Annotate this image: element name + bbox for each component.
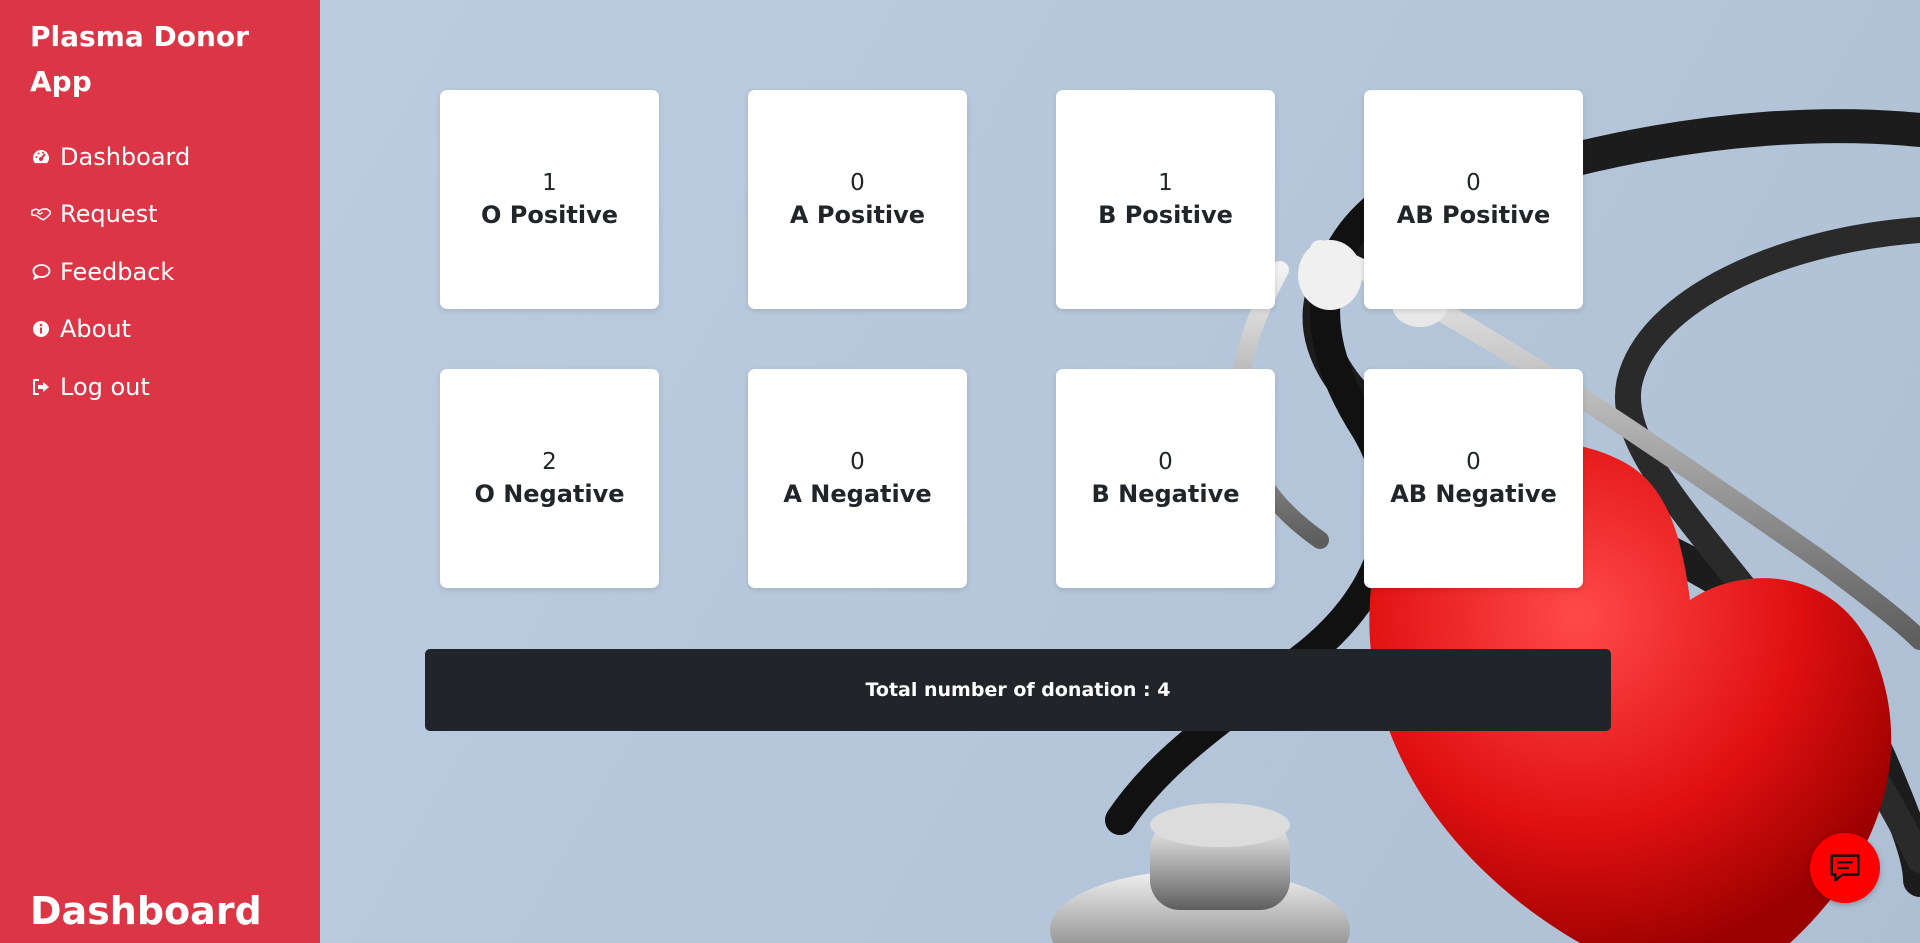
sidebar-item-about[interactable]: About <box>30 301 190 359</box>
brand-title: Plasma Donor App <box>30 20 249 98</box>
sidebar-item-request[interactable]: Request <box>30 186 190 244</box>
card-label: A Negative <box>783 479 932 508</box>
sidebar-nav: Dashboard Request Feedback About Log out <box>30 128 190 416</box>
sidebar-item-log-out[interactable]: Log out <box>30 358 190 416</box>
tachometer-icon <box>30 146 52 168</box>
card-a-positive: 0 A Positive <box>748 90 967 309</box>
card-label: O Positive <box>481 200 618 229</box>
card-count: 0 <box>1466 448 1481 475</box>
sidebar-item-dashboard[interactable]: Dashboard <box>30 128 190 186</box>
sidebar-item-label: Request <box>60 200 158 229</box>
sidebar-item-label: Feedback <box>60 257 175 286</box>
card-b-positive: 1 B Positive <box>1056 90 1275 309</box>
card-label: B Negative <box>1091 479 1240 508</box>
info-icon <box>30 318 52 340</box>
card-count: 0 <box>1158 448 1173 475</box>
chat-button[interactable] <box>1810 833 1880 903</box>
sidebar-item-label: Dashboard <box>60 142 191 171</box>
total-donations-banner: Total number of donation : 4 <box>425 649 1611 731</box>
sidebar-item-label: About <box>60 315 131 344</box>
sign-out-icon <box>30 376 52 398</box>
chat-icon <box>1830 854 1860 882</box>
chat-bubble-icon <box>30 261 52 283</box>
sidebar: Plasma Donor App Dashboard Request Feedb… <box>0 0 320 943</box>
card-o-negative: 2 O Negative <box>440 369 659 588</box>
card-count: 0 <box>1466 169 1481 196</box>
app-root: Plasma Donor App Dashboard Request Feedb… <box>0 0 1920 943</box>
card-label: O Negative <box>474 479 625 508</box>
sidebar-item-label: Log out <box>60 372 150 401</box>
card-label: AB Positive <box>1396 200 1551 229</box>
main-content: 1 O Positive 0 A Positive 1 B Positive 0… <box>320 0 1920 943</box>
card-ab-positive: 0 AB Positive <box>1364 90 1583 309</box>
sidebar-item-feedback[interactable]: Feedback <box>30 243 190 301</box>
card-count: 2 <box>542 448 557 475</box>
blood-group-cards: 1 O Positive 0 A Positive 1 B Positive 0… <box>440 90 1590 588</box>
card-a-negative: 0 A Negative <box>748 369 967 588</box>
card-o-positive: 1 O Positive <box>440 90 659 309</box>
total-donations-text: Total number of donation : 4 <box>865 679 1171 701</box>
card-count: 1 <box>1158 169 1173 196</box>
sidebar-footer-title: Dashboard <box>30 889 262 933</box>
card-label: A Positive <box>789 200 926 229</box>
card-label: AB Negative <box>1390 479 1557 508</box>
card-count: 0 <box>850 169 865 196</box>
card-label: B Positive <box>1098 200 1233 229</box>
card-ab-negative: 0 AB Negative <box>1364 369 1583 588</box>
card-count: 0 <box>850 448 865 475</box>
handshake-icon <box>30 203 52 225</box>
card-b-negative: 0 B Negative <box>1056 369 1275 588</box>
card-count: 1 <box>542 169 557 196</box>
